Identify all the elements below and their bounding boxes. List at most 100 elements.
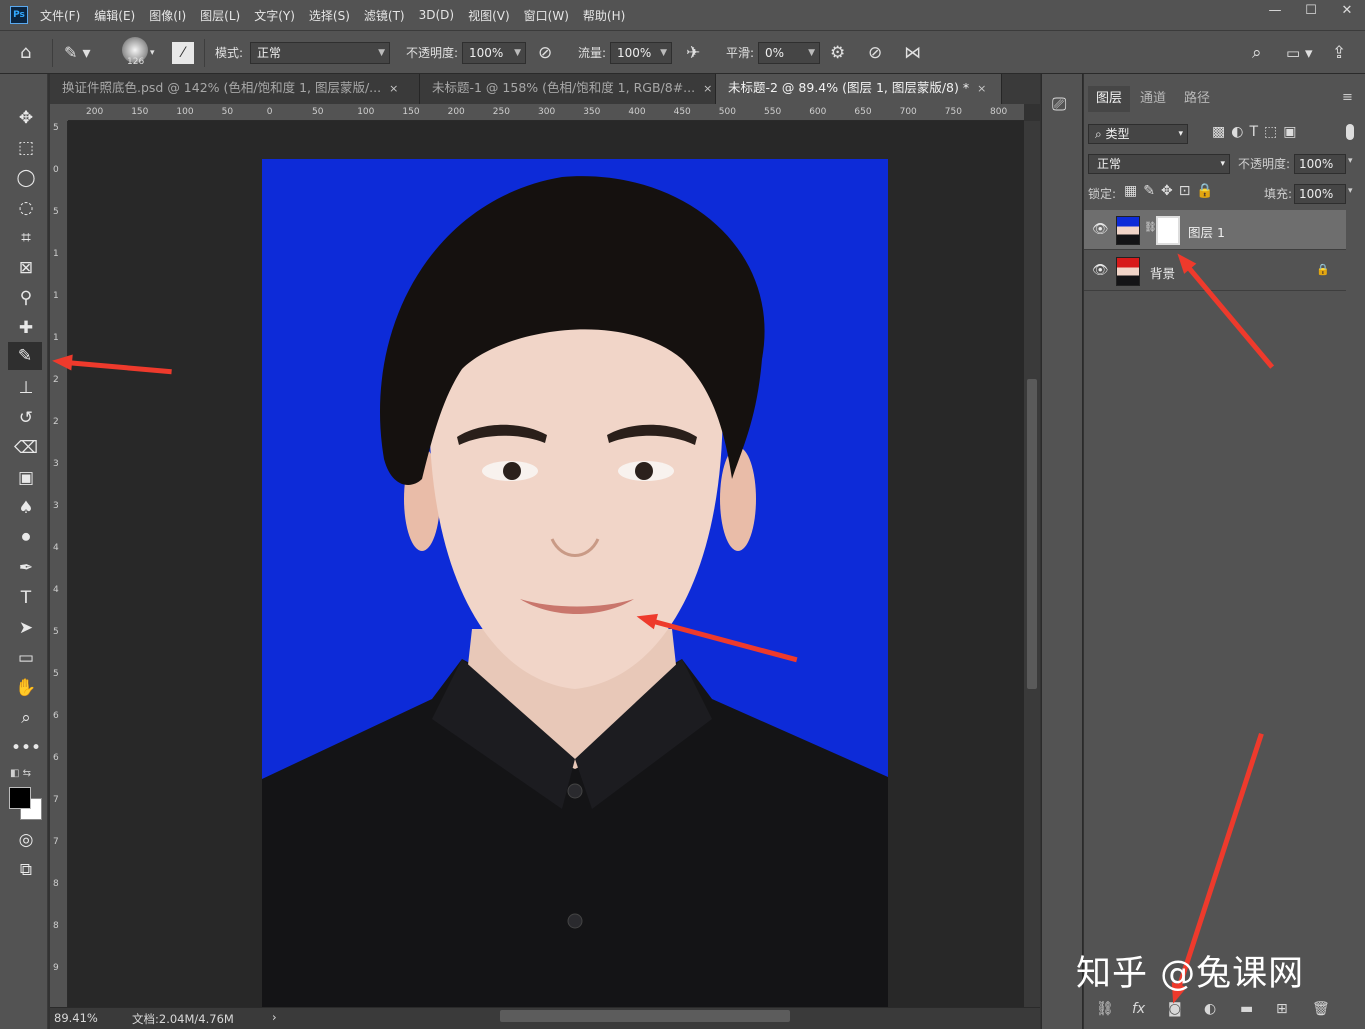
close-icon[interactable]: × xyxy=(977,82,986,95)
tab-channels[interactable]: 通道 xyxy=(1140,86,1166,112)
eraser-tool-icon[interactable]: ⌫ xyxy=(12,436,40,460)
hand-tool-icon[interactable]: ✋ xyxy=(12,676,40,700)
adjustment-layer-icon[interactable]: ◐ xyxy=(1204,1001,1216,1017)
blur-tool-icon[interactable]: ♠ xyxy=(12,496,40,520)
brush-preset-icon[interactable]: ✎ ▾ xyxy=(64,41,91,65)
link-icon[interactable]: ⛓ xyxy=(1144,222,1157,233)
scroll-thumb[interactable] xyxy=(500,1010,790,1022)
menu-window[interactable]: 窗口(W) xyxy=(524,7,569,24)
menu-3d[interactable]: 3D(D) xyxy=(419,8,454,22)
more-tools-icon[interactable]: ••• xyxy=(11,736,41,760)
flow-input[interactable]: 100% ▼ xyxy=(610,42,672,64)
layer-name[interactable]: 背景 xyxy=(1150,263,1175,282)
menu-view[interactable]: 视图(V) xyxy=(468,7,510,24)
fx-icon[interactable]: fx xyxy=(1132,1001,1145,1017)
share-icon[interactable]: ⇪ xyxy=(1332,41,1346,65)
airbrush-icon[interactable]: ✈ xyxy=(686,41,700,65)
symmetry-icon[interactable]: ⋈ xyxy=(904,41,921,65)
quick-select-tool-icon[interactable]: ◌ xyxy=(12,196,40,220)
new-layer-icon[interactable]: ⊞ xyxy=(1276,1001,1288,1017)
menu-select[interactable]: 选择(S) xyxy=(309,7,350,24)
link-layers-icon[interactable]: ⛓ xyxy=(1096,1001,1114,1017)
canvas-area[interactable] xyxy=(68,121,1024,1007)
lock-icons[interactable]: ▦✎✥⊡🔒 xyxy=(1124,183,1220,199)
clone-stamp-tool-icon[interactable]: ⊥ xyxy=(12,376,40,400)
menu-layer[interactable]: 图层(L) xyxy=(200,7,240,24)
healing-brush-tool-icon[interactable]: ✚ xyxy=(12,316,40,340)
type-tool-icon[interactable]: T xyxy=(12,586,40,610)
filter-icons[interactable]: ▩◐T⬚▣ xyxy=(1212,124,1302,140)
filter-toggle[interactable] xyxy=(1346,124,1354,140)
history-brush-tool-icon[interactable]: ↺ xyxy=(12,406,40,430)
horizontal-scrollbar[interactable] xyxy=(290,1007,1024,1029)
layer-row-layer1[interactable]: 👁 ⛓ 图层 1 xyxy=(1084,210,1346,250)
pressure-opacity-icon[interactable]: ⊘ xyxy=(538,41,552,65)
tab-document-1[interactable]: 换证件照底色.psd @ 142% (色相/饱和度 1, 图层蒙版/... × xyxy=(50,74,420,104)
chevron-down-icon[interactable]: ▾ xyxy=(150,41,155,65)
fill-input[interactable]: 100% xyxy=(1294,184,1346,204)
scroll-thumb[interactable] xyxy=(1027,379,1037,689)
visibility-eye-icon[interactable]: 👁 xyxy=(1092,222,1109,237)
pressure-size-icon[interactable]: ⊘ xyxy=(868,41,882,65)
minimize-button[interactable]: — xyxy=(1257,0,1293,24)
menu-image[interactable]: 图像(I) xyxy=(149,7,186,24)
menu-edit[interactable]: 编辑(E) xyxy=(94,7,135,24)
filter-type-select[interactable]: ⌕ 类型 ▾ xyxy=(1088,124,1188,144)
maximize-button[interactable]: ☐ xyxy=(1293,0,1329,24)
lasso-tool-icon[interactable]: ◯ xyxy=(12,166,40,190)
delete-layer-icon[interactable]: 🗑 xyxy=(1312,1001,1330,1017)
screen-mode-icon[interactable]: ⧉ xyxy=(12,858,40,882)
tab-layers[interactable]: 图层 xyxy=(1088,86,1131,112)
pen-tool-icon[interactable]: ✒ xyxy=(12,556,40,580)
path-select-tool-icon[interactable]: ➤ xyxy=(12,616,40,640)
foreground-color-swatch[interactable] xyxy=(9,787,31,809)
menu-type[interactable]: 文字(Y) xyxy=(254,7,295,24)
layer-thumbnail[interactable] xyxy=(1116,216,1140,245)
brush-panel-icon[interactable]: ⁄ xyxy=(172,42,194,64)
vertical-scrollbar[interactable] xyxy=(1024,121,1040,1007)
history-panel-icon[interactable]: ⎚ xyxy=(1052,94,1066,115)
layer-mask-thumbnail[interactable] xyxy=(1156,216,1180,245)
move-tool-icon[interactable]: ✥ xyxy=(12,106,40,130)
dodge-tool-icon[interactable]: ⚫ xyxy=(12,526,40,550)
close-icon[interactable]: × xyxy=(703,82,712,95)
rectangle-tool-icon[interactable]: ▭ xyxy=(12,646,40,670)
panel-menu-icon[interactable]: ≡ xyxy=(1342,90,1353,105)
menu-file[interactable]: 文件(F) xyxy=(40,7,80,24)
marquee-tool-icon[interactable]: ⬚ xyxy=(12,136,40,160)
chevron-down-icon[interactable]: ▾ xyxy=(1348,186,1353,196)
zoom-level[interactable]: 89.41% xyxy=(54,1011,98,1025)
menu-help[interactable]: 帮助(H) xyxy=(583,7,625,24)
opacity-input[interactable]: 100% ▼ xyxy=(462,42,526,64)
quick-mask-icon[interactable]: ◎ xyxy=(12,828,40,852)
tab-paths[interactable]: 路径 xyxy=(1184,86,1210,112)
layer-row-background[interactable]: 👁 背景 🔒 xyxy=(1084,251,1346,291)
gear-icon[interactable]: ⚙ xyxy=(830,41,845,65)
gradient-tool-icon[interactable]: ▣ xyxy=(12,466,40,490)
status-menu-arrow[interactable]: › xyxy=(272,1010,277,1024)
layer-name[interactable]: 图层 1 xyxy=(1188,222,1225,241)
menu-filter[interactable]: 滤镜(T) xyxy=(364,7,405,24)
brush-tool-icon[interactable]: ✎ xyxy=(8,342,42,370)
close-icon[interactable]: × xyxy=(389,82,398,95)
chevron-down-icon[interactable]: ▾ xyxy=(1348,156,1353,166)
frame-tool-icon[interactable]: ⊠ xyxy=(12,256,40,280)
new-group-icon[interactable]: ▬ xyxy=(1240,1001,1253,1017)
default-colors-icon[interactable]: ◧ ⇆ xyxy=(10,768,31,779)
layer-opacity-input[interactable]: 100% xyxy=(1294,154,1346,174)
zoom-tool-icon[interactable]: ⌕ xyxy=(12,706,40,730)
tab-document-3[interactable]: 未标题-2 @ 89.4% (图层 1, 图层蒙版/8) * × xyxy=(716,74,1002,104)
portrait-photo[interactable] xyxy=(262,159,888,1007)
tab-document-2[interactable]: 未标题-1 @ 158% (色相/饱和度 1, RGB/8#... × xyxy=(420,74,716,104)
smoothing-input[interactable]: 0% ▼ xyxy=(758,42,820,64)
visibility-eye-icon[interactable]: 👁 xyxy=(1092,263,1109,278)
mode-select[interactable]: 正常 ▼ xyxy=(250,42,390,64)
crop-tool-icon[interactable]: ⌗ xyxy=(12,226,40,250)
search-icon[interactable]: ⌕ xyxy=(1252,41,1262,65)
workspace-icon[interactable]: ▭ ▾ xyxy=(1286,41,1312,65)
blend-mode-select[interactable]: 正常 ▾ xyxy=(1088,154,1230,174)
close-window-button[interactable]: ✕ xyxy=(1329,0,1365,24)
home-icon[interactable]: ⌂ xyxy=(20,41,31,65)
layer-thumbnail[interactable] xyxy=(1116,257,1140,286)
eyedropper-tool-icon[interactable]: ⚲ xyxy=(12,286,40,310)
